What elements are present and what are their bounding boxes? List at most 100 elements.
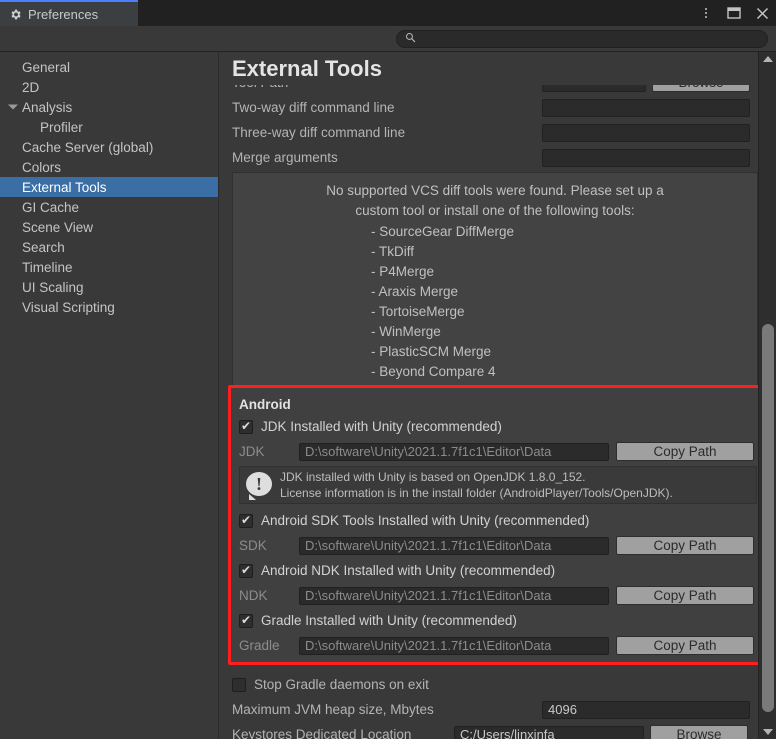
scroll-down-arrow-icon[interactable] [759, 725, 776, 739]
list-item: - WinMerge [371, 324, 441, 339]
search-icon [405, 32, 416, 46]
stop-gradle-checkbox[interactable] [232, 677, 246, 692]
sidebar-item-2d[interactable]: 2D [0, 77, 218, 97]
sidebar-item-external-tools[interactable]: External Tools [0, 177, 218, 197]
sdk-checkbox[interactable] [239, 512, 253, 528]
sidebar-item-ui-scaling[interactable]: UI Scaling [0, 277, 218, 297]
sdk-path-input[interactable]: D:\software\Unity\2021.1.7f1c1\Editor\Da… [299, 536, 609, 555]
sidebar-item-label: Profiler [40, 119, 83, 135]
sidebar-item-label: 2D [22, 79, 40, 95]
search-field[interactable] [396, 30, 768, 48]
vertical-scrollbar[interactable] [758, 52, 776, 739]
sidebar-item-label: Timeline [22, 259, 73, 275]
maximize-icon[interactable] [724, 3, 744, 23]
ndk-path-input[interactable]: D:\software\Unity\2021.1.7f1c1\Editor\Da… [299, 586, 609, 605]
sidebar-item-label: Colors [22, 159, 62, 175]
vcs-help-line2: custom tool or install one of the follow… [355, 203, 635, 218]
list-item: - P4Merge [371, 264, 435, 279]
ndk-checkbox-row[interactable]: Android NDK Installed with Unity (recomm… [231, 558, 765, 583]
keystores-input[interactable]: C:/Users/linxinfa [454, 725, 644, 739]
ndk-checkbox[interactable] [239, 562, 253, 578]
merge-arguments-input[interactable] [542, 148, 750, 167]
exclamation-glyph: ! [246, 472, 272, 496]
kebab-menu-icon[interactable] [696, 3, 716, 23]
two-way-diff-label: Two-way diff command line [232, 100, 395, 115]
gradle-copy-path-button[interactable]: Copy Path [616, 636, 754, 655]
jdk-checkbox[interactable] [239, 418, 253, 434]
gradle-checkbox-label: Gradle Installed with Unity (recommended… [261, 613, 517, 628]
jdk-checkbox-label: JDK Installed with Unity (recommended) [261, 419, 502, 434]
stop-gradle-label: Stop Gradle daemons on exit [254, 677, 429, 692]
keystores-row: Keystores Dedicated Location C:/Users/li… [220, 722, 758, 739]
keystores-label: Keystores Dedicated Location [232, 727, 412, 739]
ndk-checkbox-label: Android NDK Installed with Unity (recomm… [261, 563, 556, 578]
gear-icon [9, 8, 22, 21]
list-item: - TkDiff [371, 244, 415, 259]
jvm-heap-row: Maximum JVM heap size, Mbytes 4096 [220, 697, 758, 722]
sidebar-item-label: Analysis [22, 99, 73, 115]
list-item: - Araxis Merge [371, 284, 459, 299]
search-input[interactable] [420, 33, 767, 45]
jdk-note-text: JDK installed with Unity is based on Ope… [280, 469, 673, 501]
jdk-note-line2: License information is in the install fo… [280, 486, 673, 500]
keystores-browse-button[interactable]: Browse [650, 725, 748, 739]
two-way-diff-input[interactable] [542, 98, 750, 117]
sidebar-item-profiler[interactable]: Profiler [0, 117, 218, 137]
settings-sidebar: General 2D Analysis Profiler Cache Serve… [0, 52, 219, 739]
tab-preferences[interactable]: Preferences [0, 0, 138, 26]
sidebar-item-general[interactable]: General [0, 57, 218, 77]
android-section-title: Android [239, 396, 291, 412]
three-way-diff-label: Three-way diff command line [232, 125, 406, 140]
sidebar-item-label: External Tools [22, 179, 107, 195]
sidebar-item-scene-view[interactable]: Scene View [0, 217, 218, 237]
jvm-heap-input[interactable]: 4096 [542, 700, 750, 719]
sdk-checkbox-row[interactable]: Android SDK Tools Installed with Unity (… [231, 508, 765, 533]
close-icon[interactable] [752, 3, 772, 23]
gradle-checkbox-row[interactable]: Gradle Installed with Unity (recommended… [231, 608, 765, 633]
gradle-checkbox[interactable] [239, 612, 253, 628]
sdk-copy-path-button[interactable]: Copy Path [616, 536, 754, 555]
sdk-checkbox-label: Android SDK Tools Installed with Unity (… [261, 513, 590, 528]
sidebar-item-timeline[interactable]: Timeline [0, 257, 218, 277]
three-way-diff-input[interactable] [542, 123, 750, 142]
android-section-highlight: Android JDK Installed with Unity (recomm… [228, 385, 768, 665]
vcs-help-box: No supported VCS diff tools were found. … [232, 172, 758, 393]
sidebar-item-label: Scene View [22, 219, 94, 235]
sidebar-item-analysis[interactable]: Analysis [0, 97, 218, 117]
scroll-thumb[interactable] [762, 324, 774, 712]
sidebar-item-cache-server[interactable]: Cache Server (global) [0, 137, 218, 157]
sidebar-item-search[interactable]: Search [0, 237, 218, 257]
preferences-window: Preferences General 2D Analysis Profiler… [0, 0, 776, 739]
scroll-up-arrow-icon[interactable] [759, 52, 776, 66]
vcs-settings-rows: Tool Path Browse Two-way diff command li… [220, 70, 758, 170]
sidebar-item-label: Visual Scripting [22, 299, 115, 315]
list-item: - SourceGear DiffMerge [371, 224, 515, 239]
jdk-note-line1: JDK installed with Unity is based on Ope… [280, 470, 586, 484]
jdk-path-input[interactable]: D:\software\Unity\2021.1.7f1c1\Editor\Da… [299, 442, 609, 461]
sidebar-item-label: General [22, 59, 71, 75]
jdk-path-label: JDK [239, 444, 265, 459]
tab-label: Preferences [28, 6, 99, 22]
ndk-path-row: NDK D:\software\Unity\2021.1.7f1c1\Edito… [231, 583, 765, 608]
row-two-way-diff: Two-way diff command line [220, 95, 758, 120]
sidebar-item-colors[interactable]: Colors [0, 157, 218, 177]
sidebar-item-label: GI Cache [22, 199, 80, 215]
sidebar-item-gi-cache[interactable]: GI Cache [0, 197, 218, 217]
sdk-path-row: SDK D:\software\Unity\2021.1.7f1c1\Edito… [231, 533, 765, 558]
external-tools-panel: External Tools Tool Path Browse Two-way … [220, 52, 776, 739]
sdk-path-label: SDK [239, 538, 267, 553]
ndk-copy-path-button[interactable]: Copy Path [616, 586, 754, 605]
chevron-down-icon[interactable] [8, 104, 18, 110]
title-bar: Preferences [0, 0, 776, 26]
jdk-path-row: JDK D:\software\Unity\2021.1.7f1c1\Edito… [231, 439, 765, 464]
list-item: - TortoiseMerge [371, 304, 465, 319]
jdk-copy-path-button[interactable]: Copy Path [616, 442, 754, 461]
stop-gradle-row[interactable]: Stop Gradle daemons on exit [220, 672, 758, 697]
android-section: Android JDK Installed with Unity (recomm… [231, 388, 765, 662]
sidebar-item-visual-scripting[interactable]: Visual Scripting [0, 297, 218, 317]
jdk-checkbox-row[interactable]: JDK Installed with Unity (recommended) [231, 414, 765, 439]
ndk-path-label: NDK [239, 588, 268, 603]
sidebar-item-label: Search [22, 239, 65, 255]
vcs-help-line1: No supported VCS diff tools were found. … [326, 183, 664, 198]
gradle-path-input[interactable]: D:\software\Unity\2021.1.7f1c1\Editor\Da… [299, 636, 609, 655]
